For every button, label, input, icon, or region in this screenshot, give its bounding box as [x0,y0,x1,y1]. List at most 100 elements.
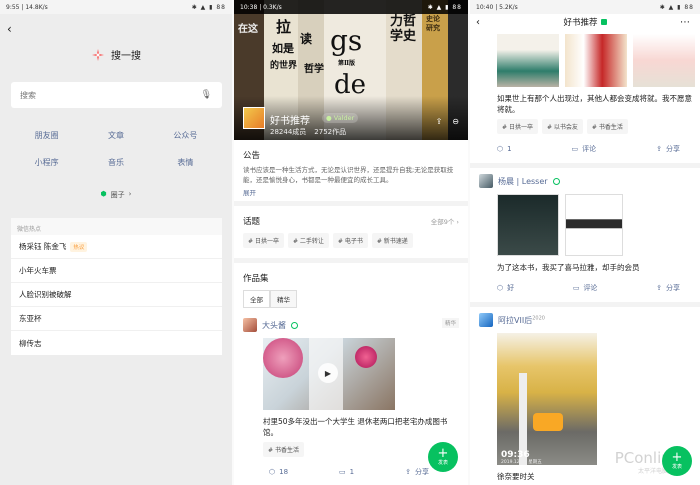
like-button[interactable]: ⬡ 好 [497,283,514,293]
search-box[interactable]: 🎙 [11,82,222,108]
cover-actions: ⇪ ⊖ [436,117,459,126]
page-title: 搜一搜 [111,51,141,62]
topic-tag[interactable]: # 书香生活 [586,119,628,134]
share-icon[interactable]: ⇪ [436,117,443,126]
post-image[interactable] [497,34,559,87]
status-speed: 0.3K/s [263,3,282,11]
status-time: 10:40 [476,3,494,11]
post-text: 如果世上有那个人出现过，其他人都会变成将就。我不愿意将就。 [497,94,692,114]
back-icon[interactable]: ‹ [7,22,12,36]
post-images [470,194,700,256]
comment-icon: ▭ [572,284,580,292]
category-moments[interactable]: 朋友圈 [12,130,81,141]
cover-text: 的世界 [270,61,298,71]
category-stickers[interactable]: 表情 [151,157,220,168]
expand-link[interactable]: 展开 [243,187,459,201]
hot-item[interactable]: 小年火车票 [11,259,222,283]
share-icon: ⇪ [656,145,662,153]
avatar[interactable] [479,313,493,327]
publish-button[interactable]: + 发表 [428,442,458,472]
notice-section: 公告 读书应该是一种生活方式，无论是认识世界，还是提升自我;无论是获取技能，还是… [234,140,468,206]
cover-text: gs [330,24,363,57]
play-icon[interactable]: ▶ [318,363,338,383]
topic-tag[interactable]: # 以书会友 [541,119,583,134]
topic-tag[interactable]: # 日拱一卒 [497,119,538,134]
topic-tag[interactable]: # 日拱一卒 [243,233,284,248]
topics-section: 话题 全部9个 › # 日拱一卒 # 二手转让 # 电子书 # 新书速递 [234,206,468,263]
topic-tag[interactable]: # 新书速递 [371,233,413,248]
comment-icon: ▭ [571,145,579,153]
post-author[interactable]: 杨晨 | Lesser [498,176,548,187]
category-mini-programs[interactable]: 小程序 [12,157,81,168]
avatar[interactable] [479,174,493,188]
publish-button[interactable]: + 发表 [662,446,692,476]
bike [533,413,563,431]
status-icons: ✱ ▲ ▮ 88 [427,3,462,11]
more-icon[interactable]: ⋯ [680,17,690,28]
share-button[interactable]: ⇪ 分享 [656,144,680,154]
cover-text: 在这 [238,24,258,35]
post-author[interactable]: 阿拉VII后2020 [498,315,545,326]
status-speed: 14.8K/s [25,3,48,11]
circle-icon: ⬢ [100,190,107,198]
owner-tag[interactable]: ● Valder [322,113,359,123]
post-video[interactable]: ▶ [263,338,395,410]
filter-all[interactable]: 全部 [243,290,270,308]
topic-tag[interactable]: # 电子书 [332,233,368,248]
hot-item[interactable]: 柳传志 [11,331,222,355]
status-icons: ✱ ▲ ▮ 88 [191,3,226,11]
post-photo[interactable]: 09:36 2019.12.13 星期五 [497,333,597,465]
hot-item[interactable]: 杨采钰 陈金飞 热议 [11,235,222,259]
flower-blur [263,338,303,378]
search-logo-icon [92,48,104,61]
microphone-icon[interactable]: 🎙 [201,90,212,100]
cover-text: 史论研究 [426,14,440,32]
share-button[interactable]: ⇪ 分享 [656,283,680,293]
comment-button[interactable]: ▭ 1 [339,467,354,477]
like-button[interactable]: ⬡ 1 [497,144,512,154]
comment-button[interactable]: ▭ 评论 [573,283,598,293]
post-image[interactable] [565,194,623,256]
group-cover: 在这 拉 如是 读 gs de 哲学 力哲学史 史论研究 第Ⅱ版 的世界 10:… [234,0,468,140]
photo-date: 2019.12.13 星期五 [501,460,542,465]
category-official-accounts[interactable]: 公众号 [151,130,220,141]
post-author[interactable]: 大头酱 [262,320,286,331]
like-icon: ⬡ [497,145,504,153]
filter-essence[interactable]: 精华 [270,290,297,308]
verified-icon [552,177,560,185]
hot-badge: 热议 [70,241,88,252]
chevron-right-icon: › [128,190,132,198]
post-image[interactable] [633,34,695,87]
like-icon: ⬡ [269,468,276,476]
notice-title: 公告 [243,151,261,161]
verified-icon [291,321,298,329]
search-header: 搜一搜 [0,47,232,62]
hot-item[interactable]: 人脸识别被破解 [11,283,222,307]
circle-link[interactable]: ⬢ 圈子 › [0,190,232,200]
category-music[interactable]: 音乐 [81,157,150,168]
cover-text: 拉 [276,18,292,36]
post-topic-tag[interactable]: # 书香生活 [263,442,304,457]
comment-button[interactable]: ▭ 评论 [572,144,597,154]
back-icon[interactable]: ‹ [476,17,480,28]
search-input[interactable] [20,90,190,100]
post-tags: # 日拱一卒 # 以书会友 # 书香生活 [470,115,700,140]
group-panel: 在这 拉 如是 读 gs de 哲学 力哲学史 史论研究 第Ⅱ版 的世界 10:… [234,0,468,485]
like-button[interactable]: ⬡ 18 [269,467,288,477]
status-time: 9:55 [6,3,20,11]
post-image[interactable] [565,34,627,87]
status-time: 10:38 [240,3,258,11]
share-button[interactable]: ⇪ 分享 [405,467,429,477]
feed-panel: 10:40 | 5.2K/s ✱ ▲ ▮ 88 ‹ 好书推荐 ⋯ 如果世上有那个… [470,0,700,485]
topic-tag[interactable]: # 二手转让 [287,233,329,248]
group-avatar [243,107,265,129]
more-icon[interactable]: ⊖ [452,117,459,126]
post-image[interactable] [497,194,559,256]
status-speed: 5.2K/s [499,3,518,11]
avatar[interactable] [243,318,257,332]
category-articles[interactable]: 文章 [81,130,150,141]
all-topics-link[interactable]: 全部9个 › [431,216,459,226]
post-header: 阿拉VII后2020 [470,307,700,333]
share-icon: ⇪ [656,284,662,292]
hot-item[interactable]: 东亚杯 [11,307,222,331]
